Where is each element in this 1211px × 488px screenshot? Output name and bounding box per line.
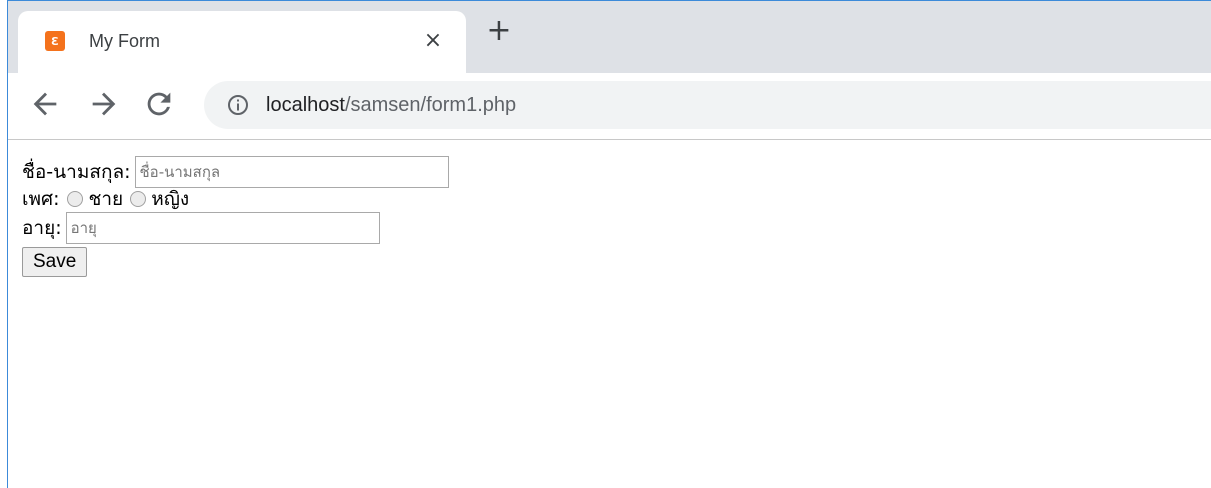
address-bar[interactable]: localhost/samsen/form1.php <box>204 81 1211 129</box>
gender-label: เพศ: <box>22 188 60 210</box>
name-row: ชื่อ-นามสกุล: <box>22 155 449 189</box>
info-icon[interactable] <box>226 93 250 117</box>
save-button[interactable]: Save <box>22 247 88 277</box>
arrow-left-icon[interactable] <box>28 87 62 121</box>
tab-strip: ε My Form × + <box>8 1 1211 73</box>
tab-title: My Form <box>89 31 160 51</box>
gender-male-label: ชาย <box>88 188 124 210</box>
gender-male-radio[interactable] <box>67 191 84 207</box>
name-label: ชื่อ-นามสกุล: <box>22 161 131 183</box>
person-form: ชื่อ-นามสกุล: เพศ: ชาย หญิง อายุ: Save <box>22 155 449 277</box>
close-icon[interactable]: × <box>420 28 446 54</box>
gender-female-label: หญิง <box>151 188 190 210</box>
reload-icon[interactable] <box>142 87 176 121</box>
age-label: อายุ: <box>22 217 62 239</box>
submit-row: Save <box>22 245 449 277</box>
browser-window: ε My Form × + localhost/samsen/form1.php… <box>7 0 1211 488</box>
arrow-right-icon[interactable] <box>87 87 121 121</box>
url-text: localhost/samsen/form1.php <box>266 92 516 118</box>
url-host: localhost <box>266 94 345 116</box>
url-path: /samsen/form1.php <box>344 94 517 116</box>
gender-female-radio[interactable] <box>130 191 147 207</box>
age-row: อายุ: <box>22 211 449 245</box>
xampp-icon: ε <box>45 31 65 51</box>
toolbar: localhost/samsen/form1.php <box>8 73 1211 140</box>
age-input[interactable] <box>65 212 380 244</box>
new-tab-button[interactable]: + <box>484 16 514 47</box>
tab-my-form[interactable]: ε My Form × <box>18 11 466 73</box>
